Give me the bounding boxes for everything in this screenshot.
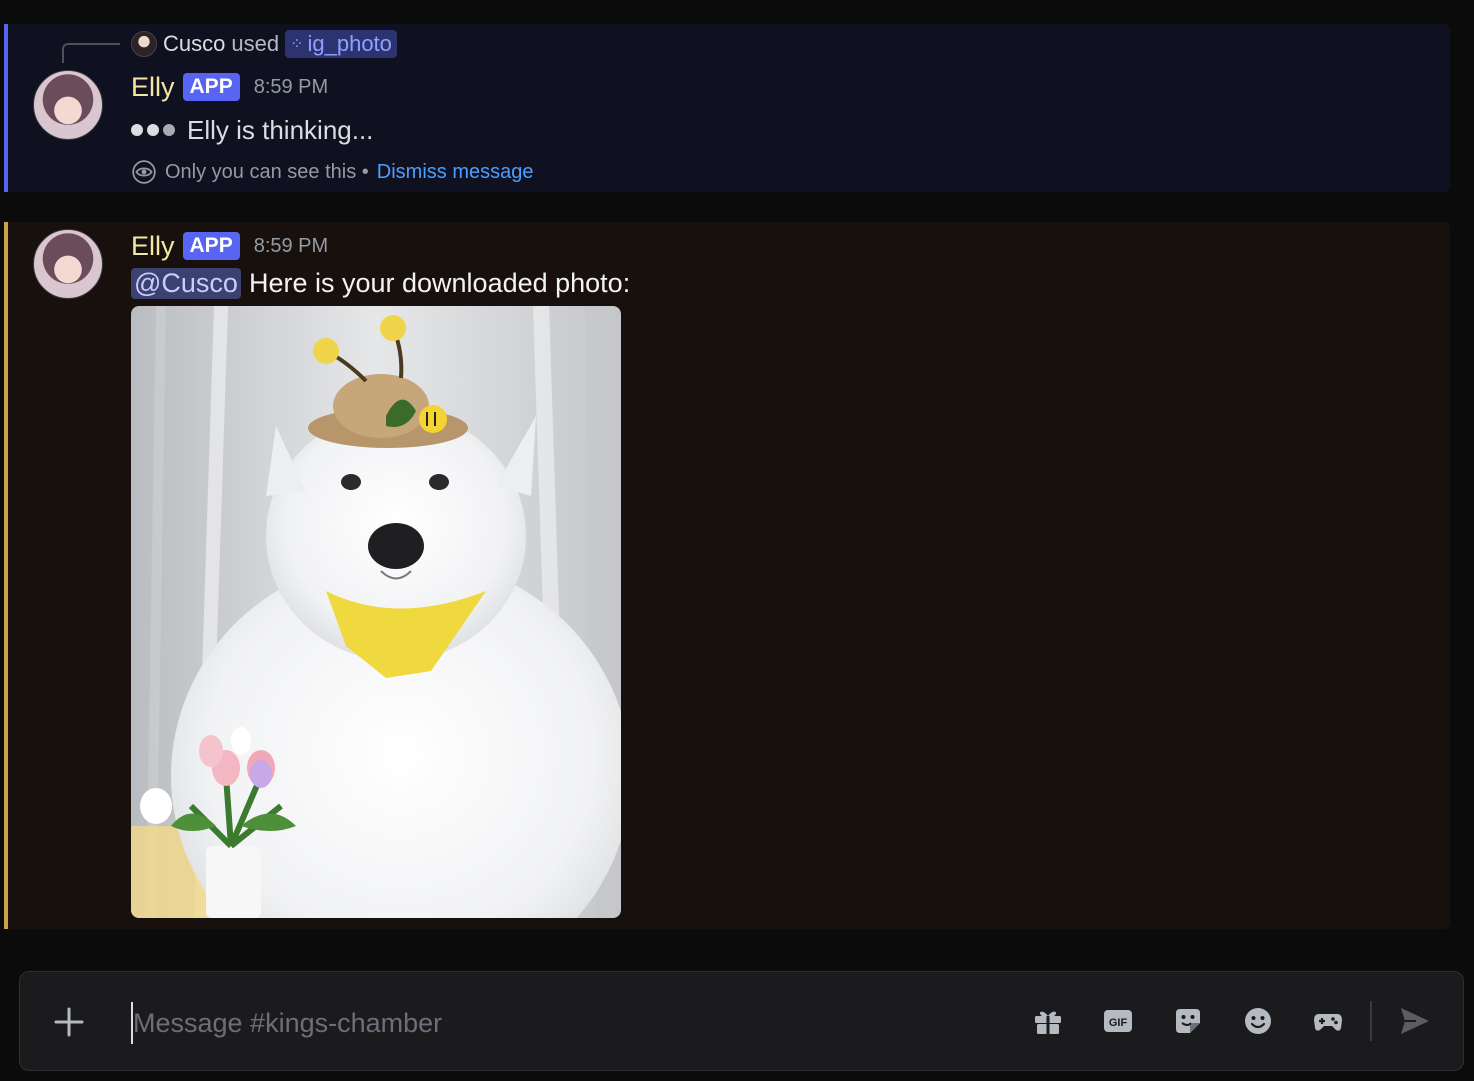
- svg-text:GIF: GIF: [1109, 1017, 1128, 1029]
- send-icon[interactable]: [1398, 1004, 1432, 1038]
- composer-divider: [1370, 1001, 1372, 1041]
- app-badge: APP: [182, 232, 240, 260]
- avatar[interactable]: [33, 70, 103, 140]
- command-name: ig_photo: [307, 31, 392, 56]
- typing-dots-icon: [131, 124, 175, 136]
- command-used-label: used: [231, 31, 280, 56]
- command-user-avatar[interactable]: [131, 31, 157, 57]
- eye-icon: [132, 160, 156, 184]
- message-header: Elly APP 8:59 PM: [131, 70, 328, 104]
- message-text: Here is your downloaded photo:: [248, 267, 631, 298]
- avatar[interactable]: [33, 229, 103, 299]
- timestamp[interactable]: 8:59 PM: [254, 76, 328, 99]
- sticker-icon[interactable]: [1171, 1004, 1205, 1038]
- dismiss-message-link[interactable]: Dismiss message: [377, 161, 534, 184]
- message-input[interactable]: [131, 1002, 995, 1044]
- command-chip[interactable]: ⁘ ig_photo: [285, 30, 397, 58]
- message-content: @Cusco Here is your downloaded photo:: [131, 265, 630, 301]
- timestamp[interactable]: 8:59 PM: [254, 235, 328, 258]
- app-command-icon: ⁘: [290, 36, 303, 53]
- gift-icon[interactable]: [1031, 1004, 1065, 1038]
- gamepad-icon[interactable]: [1311, 1004, 1345, 1038]
- command-context: Cusco used ⁘ ig_photo: [131, 30, 397, 58]
- gif-icon[interactable]: GIF: [1101, 1004, 1135, 1038]
- emoji-icon[interactable]: [1241, 1004, 1275, 1038]
- app-badge: APP: [182, 73, 240, 101]
- plus-icon[interactable]: [50, 1003, 88, 1041]
- thinking-indicator: Elly is thinking...: [131, 113, 373, 147]
- chat-view: Cusco used ⁘ ig_photo Elly APP 8:59 PM E…: [0, 0, 1474, 1081]
- author-name[interactable]: Elly: [131, 72, 175, 103]
- user-mention[interactable]: @Cusco: [131, 267, 241, 299]
- author-name[interactable]: Elly: [131, 231, 175, 262]
- photo-attachment[interactable]: [131, 306, 621, 918]
- visibility-text: Only you can see this •: [165, 160, 369, 183]
- top-fade: [0, 0, 1474, 24]
- thinking-text: Elly is thinking...: [187, 114, 374, 145]
- ephemeral-note: Only you can see this • Dismiss message: [131, 158, 533, 186]
- message-header: Elly APP 8:59 PM: [131, 229, 328, 263]
- command-user-name[interactable]: Cusco: [163, 31, 225, 57]
- reply-spine: [62, 43, 120, 63]
